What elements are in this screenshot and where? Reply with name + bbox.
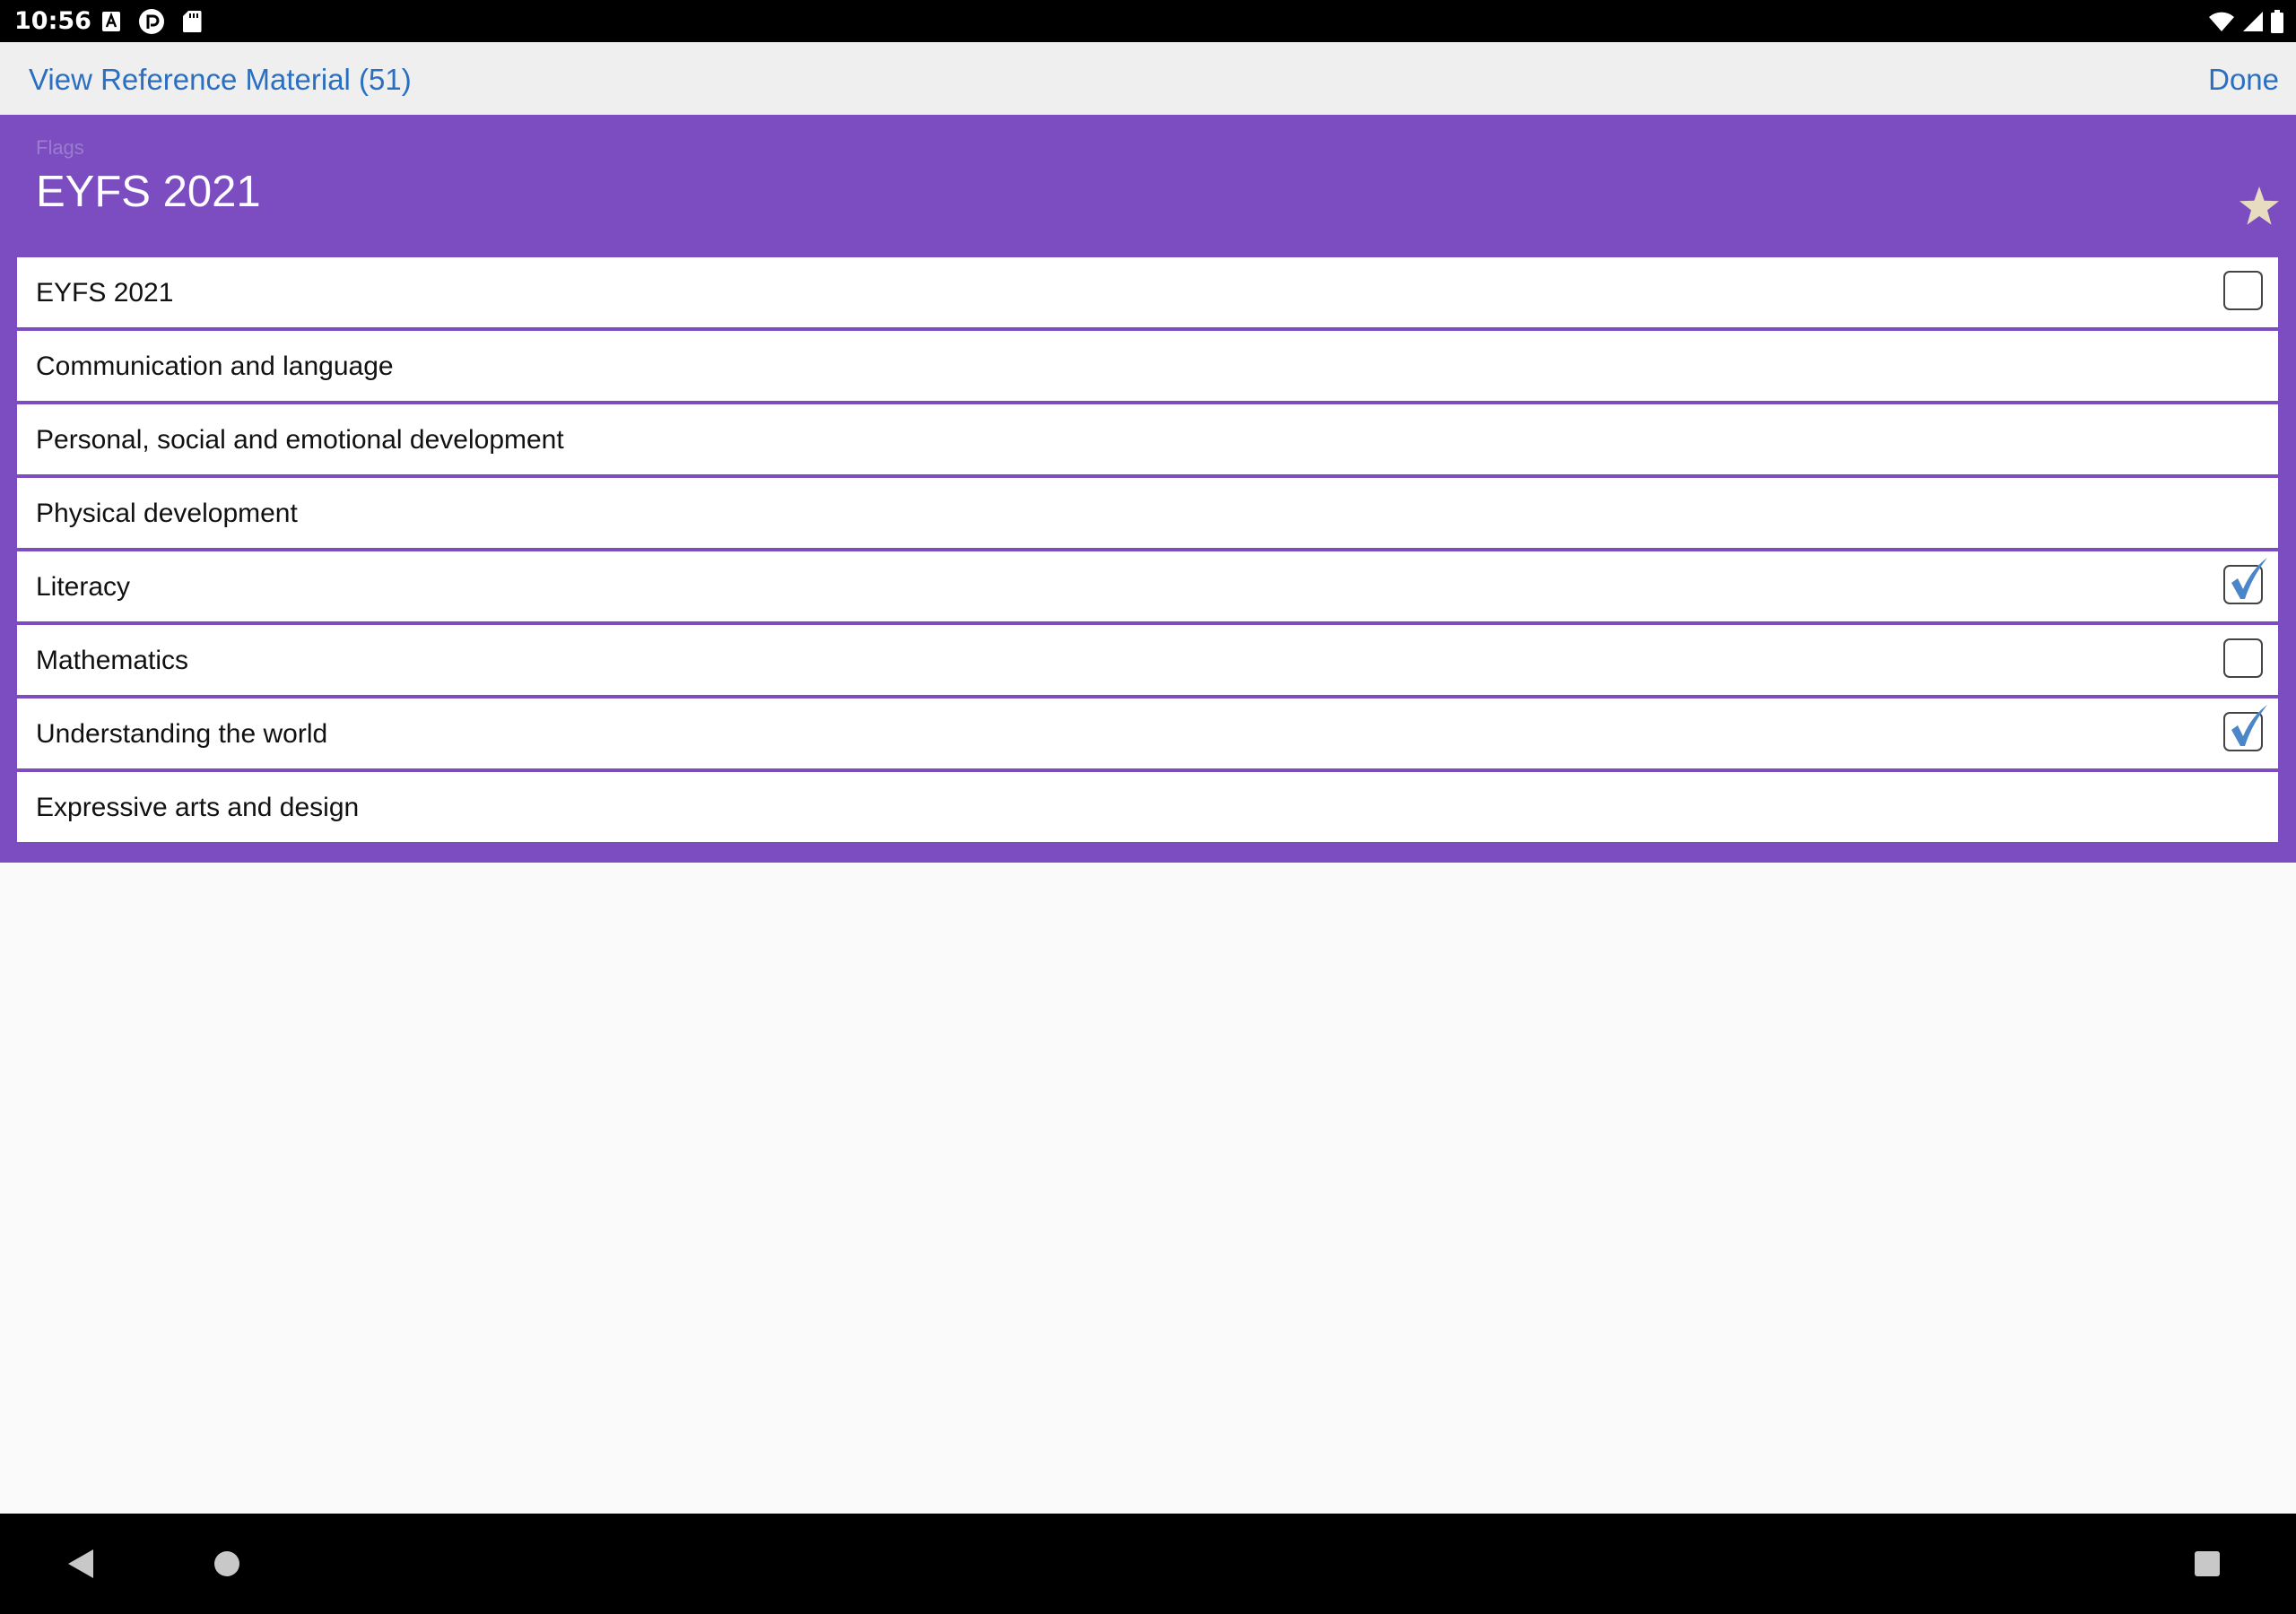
flag-row-label: Mathematics	[36, 646, 189, 675]
flag-row[interactable]: Literacy	[17, 551, 2278, 621]
flag-row[interactable]: Mathematics	[17, 625, 2278, 695]
flag-row[interactable]: Understanding the world	[17, 699, 2278, 768]
panel-kicker: Flags	[36, 136, 84, 159]
flag-checkbox[interactable]	[2223, 705, 2267, 751]
sd-card-icon	[183, 11, 202, 32]
flag-row-label: Personal, social and emotional developme…	[36, 425, 564, 455]
flag-row-label: Understanding the world	[36, 719, 328, 749]
navigation-bar	[0, 1514, 2296, 1614]
checkmark-icon	[2231, 705, 2267, 746]
view-reference-material-button[interactable]: View Reference Material (51)	[29, 42, 412, 115]
status-left-icons	[101, 8, 219, 35]
flags-panel: Flags EYFS 2021 EYFS 2021 Communication a…	[0, 115, 2296, 863]
status-right-icons	[2201, 8, 2283, 35]
recents-square-icon	[2195, 1551, 2220, 1576]
wifi-icon	[2209, 12, 2234, 31]
back-triangle-icon	[68, 1549, 93, 1578]
done-button[interactable]: Done	[2208, 42, 2279, 115]
flag-row[interactable]: Physical development	[17, 478, 2278, 548]
home-circle-icon	[214, 1551, 239, 1576]
flag-row[interactable]: Personal, social and emotional developme…	[17, 404, 2278, 474]
flag-row[interactable]: Communication and language	[17, 331, 2278, 401]
flag-row[interactable]: EYFS 2021	[17, 257, 2278, 327]
star-icon[interactable]	[2238, 185, 2281, 228]
flag-row-label: Expressive arts and design	[36, 793, 360, 822]
flag-checkbox[interactable]	[2223, 638, 2263, 678]
flag-checkbox[interactable]	[2223, 558, 2267, 604]
home-nav-button[interactable]	[213, 1514, 240, 1614]
battery-icon	[2271, 10, 2283, 33]
recents-nav-button[interactable]	[2194, 1514, 2221, 1614]
flag-row-label: Physical development	[36, 499, 298, 528]
a-notification-icon	[102, 12, 120, 31]
flag-row[interactable]: Expressive arts and design	[17, 772, 2278, 842]
flag-row-label: Communication and language	[36, 351, 394, 381]
flag-row-label: Literacy	[36, 572, 131, 602]
flag-row-label: EYFS 2021	[36, 278, 174, 308]
status-bar: 10:56	[0, 0, 2296, 42]
status-time: 10:56	[14, 7, 91, 35]
app-bar: View Reference Material (51) Done	[0, 42, 2296, 115]
signal-icon	[2243, 12, 2263, 31]
flag-checkbox[interactable]	[2223, 271, 2263, 310]
panel-title: EYFS 2021	[36, 168, 261, 216]
back-nav-button[interactable]	[67, 1514, 94, 1614]
checkmark-icon	[2231, 558, 2267, 599]
flag-list: EYFS 2021 Communication and language Perso…	[17, 257, 2278, 842]
pocket-casts-icon	[139, 9, 164, 34]
